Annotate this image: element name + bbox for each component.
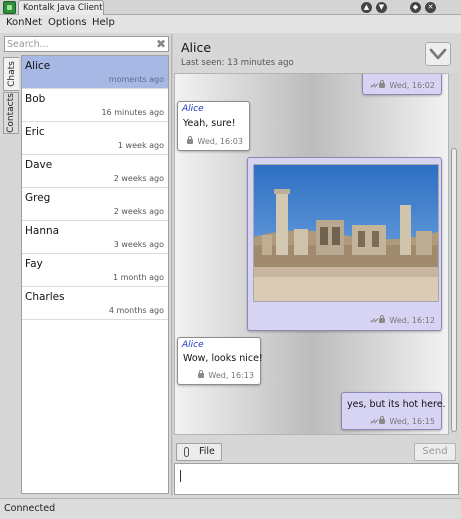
contact-name: Alice xyxy=(25,60,51,72)
tab-contacts-label: Contacts xyxy=(6,93,16,133)
last-activity: 3 weeks ago xyxy=(113,240,164,249)
chat-list-item[interactable]: Charles 4 months ago xyxy=(22,287,168,320)
message-text: Wow, looks nice! xyxy=(183,353,263,364)
ruins-photo-icon xyxy=(254,165,438,301)
delivered-icon: ✔✔ xyxy=(369,316,379,325)
last-activity: 2 weeks ago xyxy=(113,207,164,216)
message-meta: ✔✔ Wed, 16:02 xyxy=(369,80,435,90)
chat-title: Alice xyxy=(181,40,212,55)
message-text: yes, but its hot here. xyxy=(347,399,446,410)
contact-name: Fay xyxy=(25,258,43,270)
menu-konnet[interactable]: KonNet xyxy=(6,17,42,28)
delivered-icon: ✔✔ xyxy=(369,417,379,426)
contact-name: Hanna xyxy=(25,225,60,237)
photo-attachment[interactable] xyxy=(253,164,439,302)
contact-name: Greg xyxy=(25,192,51,204)
sender-name: Alice xyxy=(182,340,204,350)
chevron-down-icon xyxy=(429,48,447,60)
message-bubble-outgoing[interactable]: ✔✔ Wed, 16:12 xyxy=(247,157,442,331)
last-activity: 16 minutes ago xyxy=(101,108,164,117)
text-caret xyxy=(180,470,181,482)
lock-icon xyxy=(379,80,386,88)
title-bar: Kontalk Java Client ▲ ▼ ◆ ✕ xyxy=(0,0,461,15)
message-scrollbar[interactable] xyxy=(449,73,459,435)
menu-options[interactable]: Options xyxy=(48,17,87,28)
chat-list-item[interactable]: Greg 2 weeks ago xyxy=(22,188,168,221)
message-meta: Wed, 16:13 xyxy=(198,370,254,380)
chat-list: Alice moments ago Bob 16 minutes ago Eri… xyxy=(21,55,169,494)
chat-list-item[interactable]: Bob 16 minutes ago xyxy=(22,89,168,122)
scrollbar-thumb[interactable] xyxy=(451,148,457,432)
kontalk-logo-icon xyxy=(3,1,16,14)
delivered-icon: ✔✔ xyxy=(369,81,379,90)
menu-bar: KonNet Options Help xyxy=(0,15,461,33)
status-bar: Connected xyxy=(0,498,461,519)
chat-list-item[interactable]: Alice moments ago xyxy=(22,56,168,89)
message-text: Yeah, sure! xyxy=(183,118,236,129)
message-bubble-outgoing[interactable]: ✔✔ Wed, 16:02 xyxy=(362,74,442,95)
attach-file-label: File xyxy=(199,446,215,457)
composer-splitter[interactable] xyxy=(174,435,459,441)
message-meta: Wed, 16:03 xyxy=(187,136,243,146)
window-title: Kontalk Java Client xyxy=(18,0,104,15)
lock-icon xyxy=(198,370,205,378)
message-bubble-incoming[interactable]: Alice Wow, looks nice! Wed, 16:13 xyxy=(177,337,263,385)
last-activity: 1 month ago xyxy=(112,273,164,282)
message-bubble-incoming[interactable]: Alice Yeah, sure! Wed, 16:03 xyxy=(177,101,250,151)
window-unshade-button[interactable]: ▼ xyxy=(376,2,387,13)
clear-search-icon[interactable]: ✖ xyxy=(156,37,166,51)
message-meta: ✔✔ Wed, 16:15 xyxy=(369,416,435,426)
chat-list-item[interactable]: Fay 1 month ago xyxy=(22,254,168,287)
lock-icon xyxy=(379,416,386,424)
contact-name: Charles xyxy=(25,291,65,303)
menu-help[interactable]: Help xyxy=(92,17,115,28)
message-bubble-outgoing[interactable]: yes, but its hot here. ✔✔ Wed, 16:15 xyxy=(341,392,446,430)
connection-status: Connected xyxy=(4,503,56,514)
last-activity: moments ago xyxy=(108,75,164,84)
send-button[interactable]: Send xyxy=(414,443,456,461)
tab-chats-label: Chats xyxy=(6,61,17,87)
sender-name: Alice xyxy=(182,104,204,114)
last-activity: 1 week ago xyxy=(117,141,164,150)
window-close-button[interactable]: ✕ xyxy=(425,2,436,13)
chat-options-button[interactable] xyxy=(425,42,451,66)
message-area: ✔✔ Wed, 16:02 Alice Yeah, sure! Wed, 16:0… xyxy=(174,73,449,435)
tab-contacts[interactable]: Contacts xyxy=(3,92,19,134)
chat-list-item[interactable]: Eric 1 week ago xyxy=(22,122,168,155)
message-input[interactable] xyxy=(177,466,456,492)
window-shade-button[interactable]: ▲ xyxy=(361,2,372,13)
message-input-box xyxy=(174,463,459,495)
attach-file-button[interactable]: File xyxy=(176,443,222,461)
paperclip-icon xyxy=(184,447,189,457)
panel-splitter[interactable] xyxy=(171,34,173,496)
lock-icon xyxy=(379,315,386,323)
chat-list-item[interactable]: Hanna 3 weeks ago xyxy=(22,221,168,254)
contact-name: Bob xyxy=(25,93,46,105)
last-seen-status: Last seen: 13 minutes ago xyxy=(181,58,294,68)
message-meta: ✔✔ Wed, 16:12 xyxy=(369,315,435,325)
last-activity: 4 months ago xyxy=(108,306,164,315)
window-maximize-button[interactable]: ◆ xyxy=(410,2,421,13)
lock-icon xyxy=(187,136,194,144)
search-input[interactable] xyxy=(7,38,152,51)
contact-name: Eric xyxy=(25,126,45,138)
chat-list-item[interactable]: Dave 2 weeks ago xyxy=(22,155,168,188)
search-box: ✖ xyxy=(4,36,169,52)
contact-name: Dave xyxy=(25,159,53,171)
tab-chats[interactable]: Chats xyxy=(3,57,19,91)
last-activity: 2 weeks ago xyxy=(113,174,164,183)
